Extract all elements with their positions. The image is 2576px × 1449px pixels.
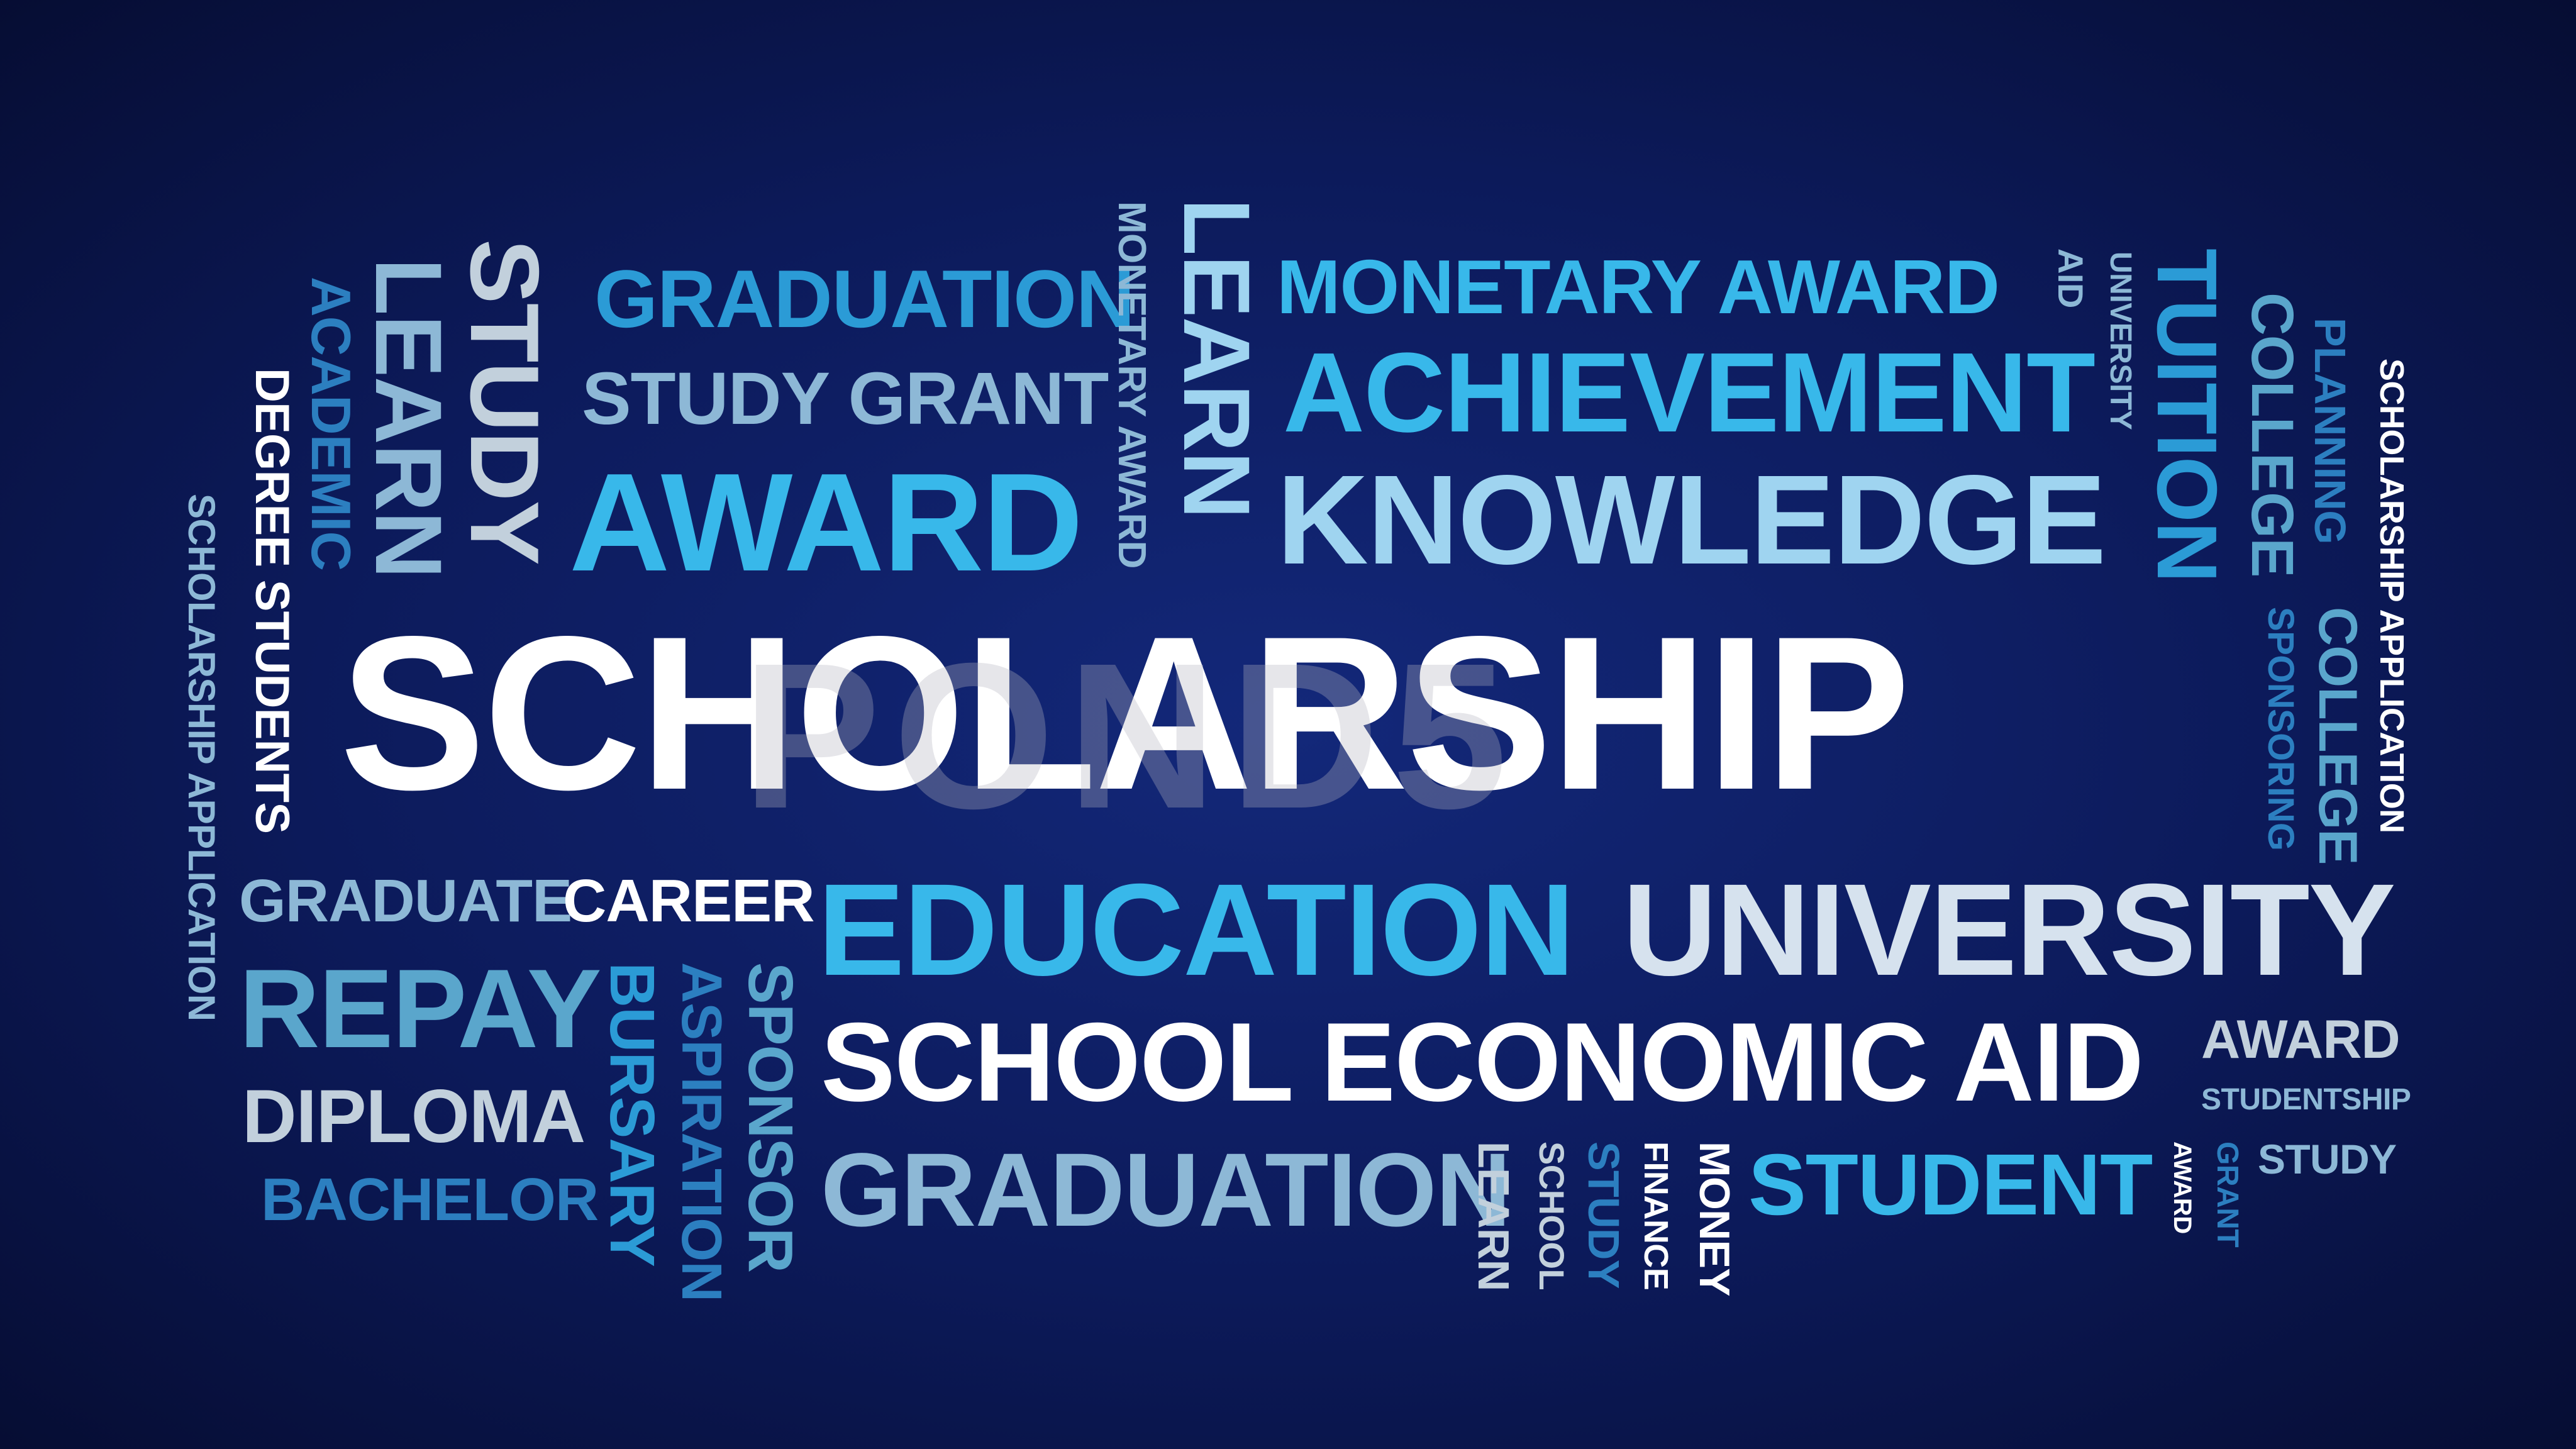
word-cloud-canvas: SCHOLARSHIP GRADUATION STUDY GRANT AWARD… bbox=[0, 0, 2576, 1449]
word-money-vertical: MONEY bbox=[1690, 1141, 1738, 1296]
word-study-vertical-bottom: STUDY bbox=[1579, 1141, 1628, 1289]
word-repay: REPAY bbox=[239, 946, 602, 1071]
word-planning-vertical: PLANNING bbox=[2306, 318, 2355, 544]
word-school-vertical: SCHOOL bbox=[1532, 1141, 1572, 1291]
word-scholarship-application-vertical-right: SCHOLARSHIP APPLICATION bbox=[2373, 358, 2411, 833]
word-aid-vertical: AID bbox=[2051, 248, 2090, 308]
word-award-vertical-bottom: AWARD bbox=[2168, 1141, 2196, 1234]
word-university-vertical-small: UNIVERSITY bbox=[2104, 252, 2137, 430]
word-aspiration-vertical: ASPIRATION bbox=[670, 962, 733, 1302]
pond5-watermark: POND5 bbox=[742, 619, 1520, 852]
word-career: CAREER bbox=[563, 867, 815, 935]
word-studentship: STUDENTSHIP bbox=[2201, 1083, 2411, 1116]
word-education: EDUCATION bbox=[818, 857, 1575, 1003]
word-study-vertical: STUDY bbox=[450, 239, 559, 565]
word-award-small: AWARD bbox=[2201, 1009, 2401, 1070]
word-degree-students-vertical: DEGREE STUDENTS bbox=[245, 368, 299, 834]
word-bachelor: BACHELOR bbox=[261, 1166, 599, 1233]
word-graduation-top: GRADUATION bbox=[594, 253, 1135, 345]
word-student: STUDENT bbox=[1748, 1136, 2153, 1233]
word-graduation-bottom: GRADUATION bbox=[821, 1132, 1511, 1248]
word-learn-vertical-center: LEARN bbox=[1164, 198, 1270, 519]
word-monetary-award-vertical: MONETARY AWARD bbox=[1110, 201, 1153, 569]
word-knowledge: KNOWLEDGE bbox=[1277, 448, 2106, 591]
word-diploma: DIPLOMA bbox=[242, 1074, 586, 1158]
word-grant-vertical: GRANT bbox=[2211, 1141, 2244, 1248]
word-college-vertical-1: COLLEGE bbox=[2239, 292, 2306, 577]
word-academic-vertical: ACADEMIC bbox=[300, 277, 362, 571]
word-learn-vertical-left: LEARN bbox=[356, 258, 462, 579]
word-study-small: STUDY bbox=[2258, 1136, 2397, 1182]
word-achievement: ACHIEVEMENT bbox=[1283, 330, 2096, 456]
word-award-large: AWARD bbox=[569, 445, 1083, 601]
word-scholarship-application-vertical-left: SCHOLARSHIP APPLICATION bbox=[180, 494, 223, 1021]
word-finance-vertical: FINANCE bbox=[1637, 1141, 1675, 1291]
word-sponsor-vertical: SPONSOR bbox=[735, 962, 806, 1273]
word-university-large: UNIVERSITY bbox=[1623, 857, 2396, 1003]
word-study-grant: STUDY GRANT bbox=[582, 357, 1109, 440]
word-bursary-vertical: BURSARY bbox=[597, 962, 667, 1267]
word-school-economic-aid: SCHOOL ECONOMIC AID bbox=[821, 999, 2144, 1124]
word-learn-vertical-bottom: LEARN bbox=[1469, 1141, 1518, 1291]
word-monetary-award: MONETARY AWARD bbox=[1277, 244, 2000, 330]
word-tuition-vertical: TUITION bbox=[2140, 248, 2235, 582]
word-college-vertical-2: COLLEGE bbox=[2307, 607, 2368, 865]
word-sponsoring-vertical: SPONSORING bbox=[2260, 607, 2301, 851]
word-graduate: GRADUATE bbox=[239, 867, 572, 935]
